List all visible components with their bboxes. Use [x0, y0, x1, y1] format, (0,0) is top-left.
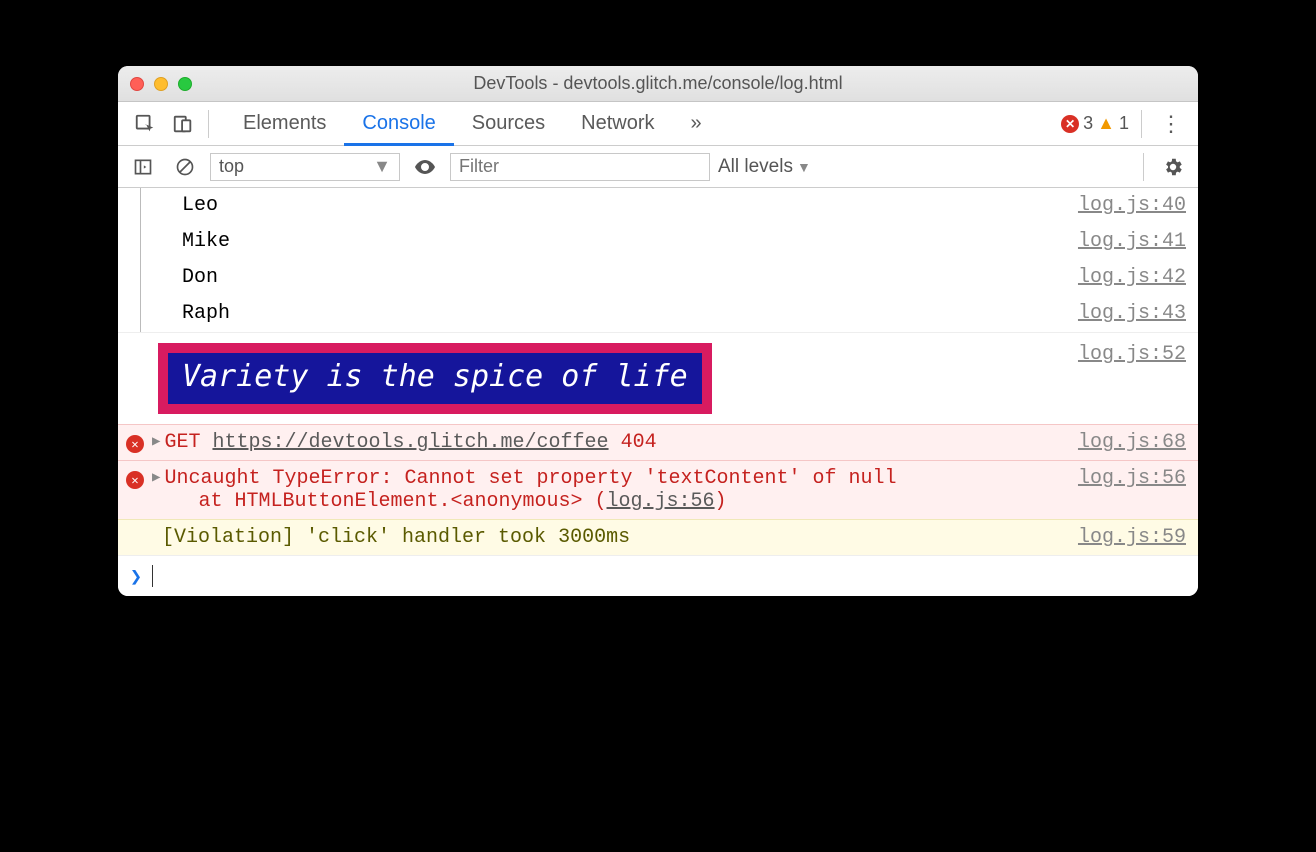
- window-title: DevTools - devtools.glitch.me/console/lo…: [118, 73, 1198, 94]
- settings-gear-icon[interactable]: [1156, 150, 1190, 184]
- eye-icon[interactable]: [408, 150, 442, 184]
- separator: [208, 110, 209, 138]
- clear-console-icon[interactable]: [168, 150, 202, 184]
- filter-input[interactable]: [450, 153, 710, 181]
- warning-count: 1: [1119, 113, 1129, 134]
- context-selector[interactable]: top ▼: [210, 153, 400, 181]
- error-icon: ✕: [126, 435, 144, 453]
- tab-sources[interactable]: Sources: [454, 102, 563, 146]
- error-badge-icon: ✕: [1061, 115, 1079, 133]
- source-link[interactable]: log.js:56: [1078, 467, 1186, 490]
- network-error-row: ✕ ▶ GET https://devtools.glitch.me/coffe…: [118, 424, 1198, 460]
- source-link[interactable]: log.js:52: [1078, 343, 1186, 366]
- tab-network[interactable]: Network: [563, 102, 672, 146]
- log-text: Mike: [182, 230, 1078, 253]
- log-text: Don: [182, 266, 1078, 289]
- chevron-down-icon: ▼: [373, 156, 391, 177]
- devtools-window: DevTools - devtools.glitch.me/console/lo…: [118, 66, 1198, 596]
- expand-icon[interactable]: ▶: [152, 433, 160, 450]
- http-status: 404: [621, 431, 657, 454]
- log-group-item: Raph log.js:43: [118, 296, 1198, 332]
- main-tabbar: Elements Console Sources Network » ✕ 3 ▲…: [118, 102, 1198, 146]
- error-message: Uncaught TypeError: Cannot set property …: [164, 467, 896, 490]
- device-toolbar-icon[interactable]: [166, 107, 200, 141]
- separator: [1141, 110, 1142, 138]
- tab-elements[interactable]: Elements: [225, 102, 344, 146]
- source-link[interactable]: log.js:43: [1078, 302, 1186, 325]
- error-count: 3: [1083, 113, 1093, 134]
- log-group-item: Leo log.js:40: [118, 188, 1198, 224]
- violation-row: [Violation] 'click' handler took 3000ms …: [118, 519, 1198, 555]
- log-group-item: Don log.js:42: [118, 260, 1198, 296]
- context-value: top: [219, 156, 244, 177]
- log-text: Raph: [182, 302, 1078, 325]
- minimize-window-button[interactable]: [154, 77, 168, 91]
- source-link[interactable]: log.js:40: [1078, 194, 1186, 217]
- log-text: Leo: [182, 194, 1078, 217]
- error-warning-badges[interactable]: ✕ 3 ▲ 1: [1061, 113, 1129, 134]
- sidebar-toggle-icon[interactable]: [126, 150, 160, 184]
- stack-prefix: at HTMLButtonElement.<anonymous> (: [198, 490, 606, 513]
- prompt-caret-icon: ❯: [130, 564, 142, 588]
- stack-suffix: ): [715, 490, 727, 513]
- request-url[interactable]: https://devtools.glitch.me/coffee: [212, 431, 608, 454]
- separator: [1143, 153, 1144, 181]
- source-link[interactable]: log.js:42: [1078, 266, 1186, 289]
- typeerror-row: ✕ ▶ Uncaught TypeError: Cannot set prope…: [118, 460, 1198, 519]
- more-options-icon[interactable]: ⋮: [1154, 111, 1188, 137]
- text-cursor: [152, 565, 153, 587]
- tab-console[interactable]: Console: [344, 102, 453, 146]
- error-icon: ✕: [126, 471, 144, 489]
- levels-label: All levels: [718, 156, 793, 178]
- tab-overflow[interactable]: »: [673, 102, 720, 146]
- source-link[interactable]: log.js:68: [1078, 431, 1186, 454]
- inspect-element-icon[interactable]: [128, 107, 162, 141]
- stack-link[interactable]: log.js:56: [607, 490, 715, 513]
- styled-log-row: Variety is the spice of life log.js:52: [118, 332, 1198, 424]
- source-link[interactable]: log.js:41: [1078, 230, 1186, 253]
- titlebar: DevTools - devtools.glitch.me/console/lo…: [118, 66, 1198, 102]
- http-method: GET: [164, 431, 200, 454]
- console-prompt[interactable]: ❯: [118, 555, 1198, 596]
- styled-log-text: Variety is the spice of life: [158, 343, 712, 414]
- console-toolbar: top ▼ All levels ▼: [118, 146, 1198, 188]
- window-controls: [130, 77, 192, 91]
- log-levels-selector[interactable]: All levels ▼: [718, 156, 811, 178]
- maximize-window-button[interactable]: [178, 77, 192, 91]
- source-link[interactable]: log.js:59: [1078, 526, 1186, 549]
- panel-tabs: Elements Console Sources Network »: [225, 102, 720, 146]
- expand-icon[interactable]: ▶: [152, 469, 160, 486]
- console-output: Leo log.js:40 Mike log.js:41 Don log.js:…: [118, 188, 1198, 596]
- log-group-item: Mike log.js:41: [118, 224, 1198, 260]
- warning-badge-icon: ▲: [1097, 113, 1115, 134]
- violation-text: [Violation] 'click' handler took 3000ms: [162, 526, 1078, 549]
- close-window-button[interactable]: [130, 77, 144, 91]
- chevron-down-icon: ▼: [797, 159, 811, 175]
